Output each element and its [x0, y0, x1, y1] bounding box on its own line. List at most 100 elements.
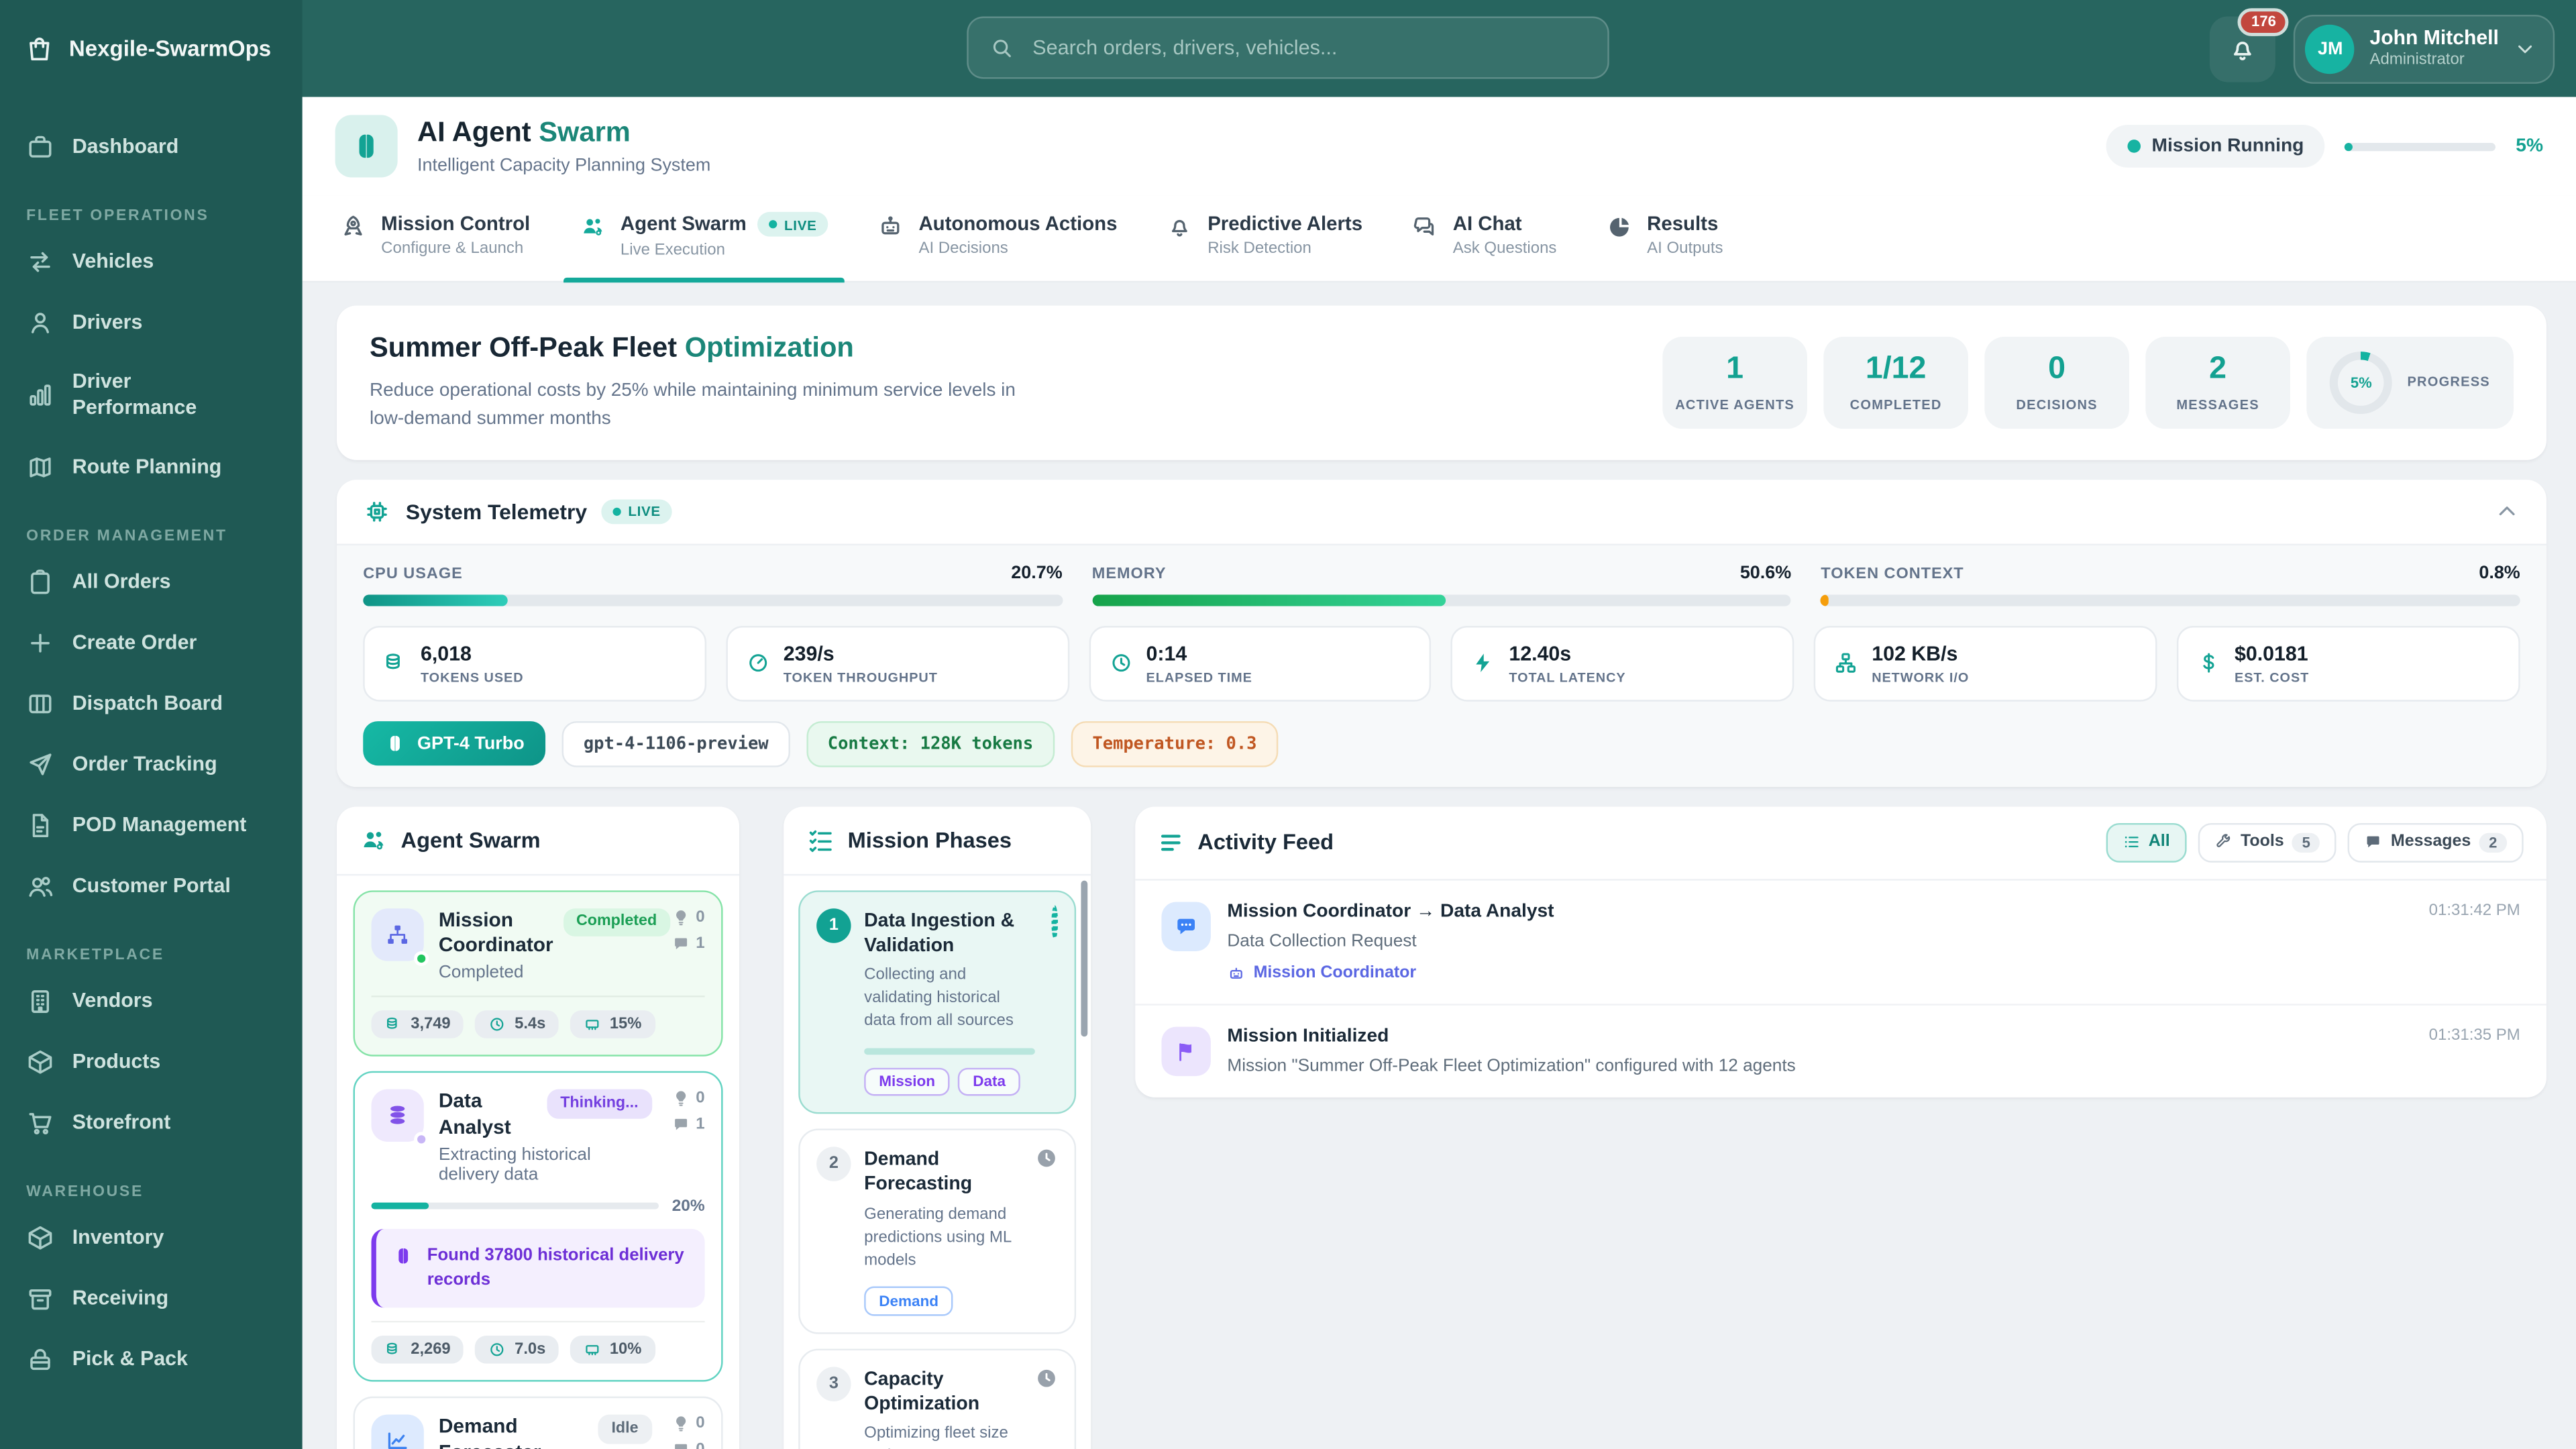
plus-icon [31, 633, 50, 653]
tab-autonomous-actions[interactable]: Autonomous Actions AI Decisions [853, 195, 1142, 281]
sidebar-item-dashboard[interactable]: Dashboard [0, 117, 303, 178]
basket-icon [30, 1348, 50, 1371]
telemetry-stat-cards: 6,018 TOKENS USED 239/s TOKEN THROUGHPUT 0… [363, 625, 2520, 702]
activity-timestamp: 01:31:42 PM [2428, 902, 2520, 920]
sidebar-item-driver-performance[interactable]: Driver Performance [0, 354, 303, 437]
tab-ai-chat[interactable]: AI Chat Ask Questions [1387, 195, 1581, 281]
checklist-icon [809, 830, 832, 852]
sidebar-item-pod-management[interactable]: POD Management [0, 795, 303, 856]
sidebar-item-pick-pack[interactable]: Pick & Pack [0, 1329, 303, 1390]
tab-agent-swarm[interactable]: Agent Swarm LIVE Live Execution [555, 195, 853, 283]
lightbulb-icon [675, 910, 686, 925]
tab-results[interactable]: Results AI Outputs [1581, 195, 1748, 281]
user-menu[interactable]: JM John Mitchell Administrator [2294, 13, 2555, 83]
sidebar-item-route-planning[interactable]: Route Planning [0, 437, 303, 498]
clock-icon [490, 1018, 504, 1032]
activity-item-message[interactable]: Mission Coordinator → Data Analyst 01:31… [1135, 880, 2546, 1006]
chip-icon [367, 501, 387, 521]
stat-total-latency: 12.40s TOTAL LATENCY [1451, 625, 1795, 702]
sidebar-item-all-orders[interactable]: All Orders [0, 552, 303, 613]
sidebar-item-inventory[interactable]: Inventory [0, 1208, 303, 1269]
agent-card-demand-forecaster[interactable]: Demand Forecaster Idle 0 0 [353, 1397, 723, 1449]
meter-memory: MEMORY 50.6% [1091, 562, 1792, 606]
activity-item-mission-initialized[interactable]: Mission Initialized 01:31:35 PM Mission … [1135, 1005, 2546, 1097]
agent-card-data-analyst[interactable]: Data Analyst Thinking... Extracting hist… [353, 1071, 723, 1383]
pending-clock-icon [1035, 1147, 1058, 1316]
tab-subtitle: Live Execution [620, 241, 725, 260]
progress-ring-value: 5% [2338, 359, 2385, 406]
rocket-icon [344, 215, 362, 236]
phase-progress-bar [864, 1047, 1035, 1055]
cube-icon [28, 1226, 52, 1250]
agent-subtitle: Completed [438, 963, 524, 983]
memory-icon [586, 1020, 599, 1031]
search-input[interactable] [1029, 34, 1587, 61]
phase-card-data-ingestion[interactable]: 1 Data Ingestion & Validation Collecting… [798, 890, 1077, 1115]
page-titles: AI Agent Swarm Intelligent Capacity Plan… [417, 117, 710, 176]
telemetry-header: System Telemetry LIVE [337, 479, 2546, 543]
tab-title: Predictive Alerts [1208, 211, 1363, 235]
sidebar-item-vehicles[interactable]: Vehicles [0, 231, 303, 292]
mission-stats: 1 ACTIVE AGENTS 1/12 COMPLETED 0 DECISIO… [1662, 336, 2514, 429]
telemetry-meters: CPU USAGE 20.7% MEMORY 50.6% TOKEN CONTEXT… [363, 563, 2520, 606]
sidebar-item-create-order[interactable]: Create Order [0, 612, 303, 674]
meter-value: 20.7% [1011, 562, 1063, 583]
agent-swarm-header: Agent Swarm [337, 806, 740, 875]
phase-card-demand-forecasting[interactable]: 2 Demand Forecasting Generating demand p… [798, 1129, 1077, 1334]
collapse-button[interactable] [2494, 498, 2520, 524]
sitemap-icon [371, 908, 429, 966]
robot-icon [1230, 967, 1242, 979]
clock-icon [1112, 654, 1130, 672]
agent-link-label: Mission Coordinator [1253, 964, 1417, 983]
tab-title: Autonomous Actions [918, 211, 1118, 235]
sidebar-item-label: Create Order [72, 630, 197, 654]
model-name-badge[interactable]: GPT-4 Turbo [363, 721, 546, 766]
model-id-badge: gpt-4-1106-preview [562, 720, 790, 767]
coins-icon [386, 1018, 397, 1030]
sidebar-item-products[interactable]: Products [0, 1032, 303, 1093]
sidebar-item-drivers[interactable]: Drivers [0, 292, 303, 354]
sidebar-item-vendors[interactable]: Vendors [0, 971, 303, 1032]
token-context-bar [1821, 594, 2520, 606]
scrollbar-thumb[interactable] [1081, 880, 1088, 1036]
tab-subtitle: AI Decisions [918, 240, 1008, 259]
memory-bar [1091, 594, 1792, 606]
stat-value: 0 [2048, 351, 2066, 386]
tab-title: Results [1647, 211, 1719, 235]
phase-card-capacity-optimization[interactable]: 3 Capacity Optimization Optimizing fleet… [798, 1348, 1077, 1449]
agent-link[interactable]: Mission Coordinator [1227, 964, 2520, 982]
agent-metrics: 3,749 5.4s 15% [371, 996, 705, 1039]
stat-label: TOKEN THROUGHPUT [783, 669, 938, 685]
stat-label: NETWORK I/O [1872, 669, 1970, 685]
sidebar-section-order-management: ORDER MANAGEMENT [26, 525, 227, 544]
sidebar-item-customer-portal[interactable]: Customer Portal [0, 856, 303, 917]
filter-count-badge: 5 [2292, 833, 2320, 853]
agent-card-mission-coordinator[interactable]: Mission Coordinator Completed Completed … [353, 890, 723, 1057]
app-root: Nexgile-SwarmOps 176 JM John Mitchell Ad… [0, 0, 2576, 1449]
messages-count: 0 [672, 1441, 705, 1449]
briefcase-icon [29, 136, 52, 158]
tab-predictive-alerts[interactable]: Predictive Alerts Risk Detection [1142, 195, 1387, 281]
notifications-button[interactable]: 176 [2210, 7, 2290, 82]
sidebar-item-receiving[interactable]: Receiving [0, 1269, 303, 1330]
filter-messages-button[interactable]: Messages 2 [2348, 822, 2524, 863]
filter-tools-button[interactable]: Tools 5 [2198, 822, 2337, 863]
sidebar-item-order-tracking[interactable]: Order Tracking [0, 735, 303, 796]
meter-value: 50.6% [1739, 562, 1792, 583]
building-icon [31, 990, 50, 1014]
brand[interactable]: Nexgile-SwarmOps [0, 0, 303, 97]
tab-mission-control[interactable]: Mission Control Configure & Launch [315, 195, 555, 281]
user-icon [31, 313, 50, 333]
cpu-bar [363, 594, 1063, 606]
spinner-icon [1051, 904, 1059, 1097]
sidebar-item-dispatch-board[interactable]: Dispatch Board [0, 674, 303, 735]
mission-overview-card: Summer Off-Peak Fleet Optimization Reduc… [337, 305, 2546, 460]
filter-all-button[interactable]: All [2106, 822, 2187, 863]
temperature-badge: Temperature: 0.3 [1071, 720, 1279, 767]
sidebar-item-label: Dispatch Board [72, 691, 223, 714]
sidebar-item-storefront[interactable]: Storefront [0, 1093, 303, 1154]
tab-subtitle: Ask Questions [1452, 240, 1557, 259]
model-name: GPT-4 Turbo [417, 734, 525, 754]
phase-number: 2 [816, 1147, 851, 1182]
mission-progress-fill [2345, 142, 2353, 151]
